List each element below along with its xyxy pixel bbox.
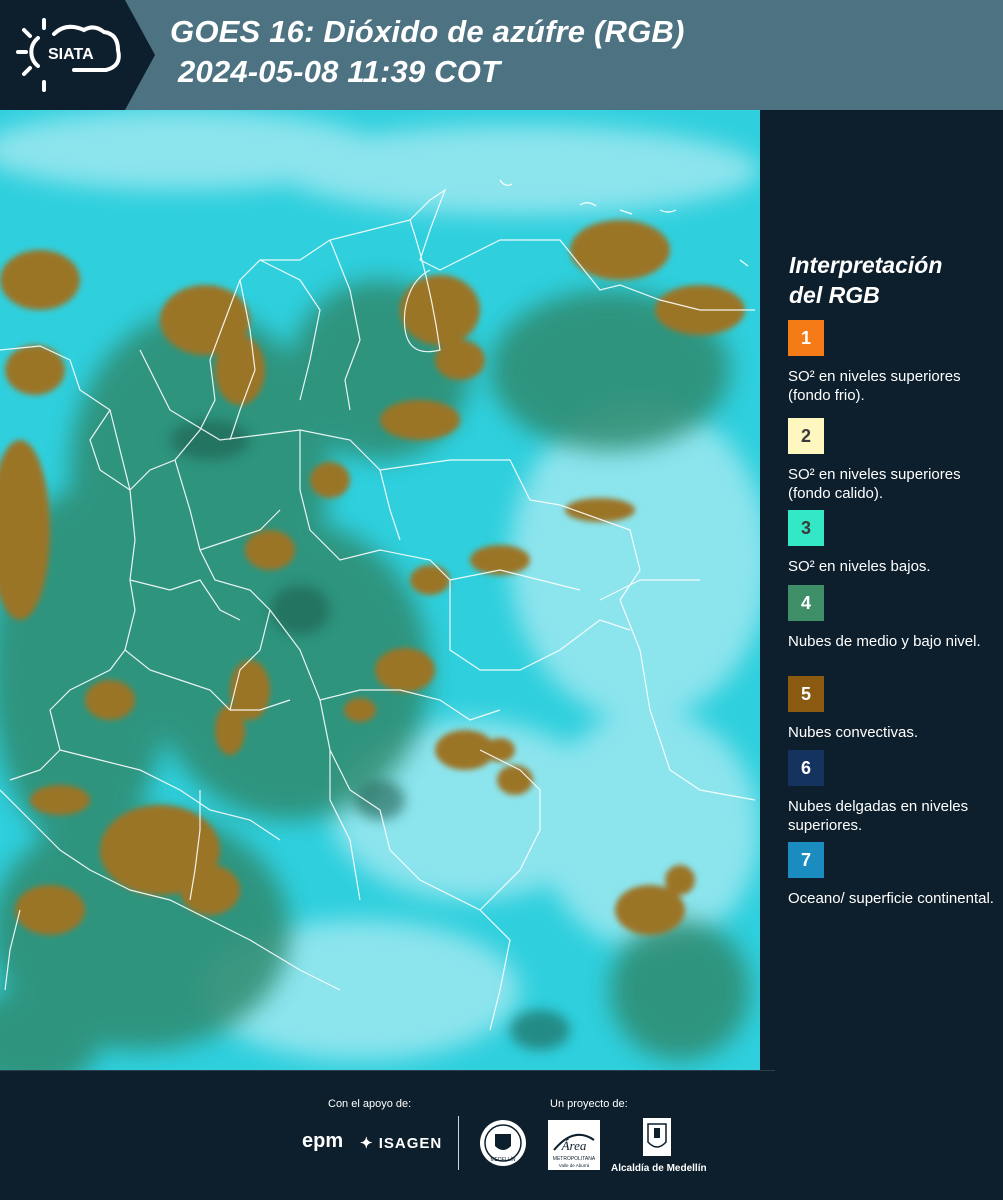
project-label: Un proyecto de:: [550, 1098, 628, 1110]
legend-item-6: 6 Nubes delgadas en niveles superiores.: [788, 750, 998, 835]
footer-vertical-divider: [458, 1116, 459, 1170]
legend-item-5: 5 Nubes convectivas.: [788, 676, 998, 742]
legend-description-4: Nubes de medio y bajo nivel.: [788, 633, 981, 650]
legend-item-2: 2 SO² en niveles superiores (fondo calid…: [788, 418, 998, 503]
legend-swatch-5: 5: [788, 676, 824, 712]
footer: Con el apoyo de: Un proyecto de: epm ✦ I…: [0, 1070, 1003, 1200]
svg-text:Valle de Aburrá: Valle de Aburrá: [559, 1163, 590, 1168]
medellin-seal-logo[interactable]: MEDELLÍN: [478, 1118, 528, 1173]
footer-divider: [0, 1070, 775, 1071]
isagen-logo[interactable]: ✦ ISAGEN: [360, 1134, 442, 1152]
legend-panel: Interpretación del RGB 1 SO² en niveles …: [760, 110, 1003, 1070]
legend-description-6: Nubes delgadas en niveles superiores.: [788, 798, 969, 834]
seal-icon: MEDELLÍN: [480, 1120, 526, 1166]
legend-description-5: Nubes convectivas.: [788, 724, 919, 741]
legend-swatch-3: 3: [788, 510, 824, 546]
epm-logo[interactable]: epm: [302, 1130, 343, 1153]
legend-description-3: SO² en niveles bajos.: [788, 558, 931, 575]
header-bar: SIATA GOES 16: Dióxido de azúfre (RGB) 2…: [0, 0, 1003, 110]
satellite-map[interactable]: [0, 110, 760, 1070]
area-logo-icon: Área METROPOLITANA Valle de Aburrá: [548, 1120, 600, 1170]
svg-text:Área: Área: [561, 1138, 587, 1153]
isagen-mark-icon: ✦: [360, 1135, 374, 1152]
legend-swatch-4: 4: [788, 585, 824, 621]
siata-logo[interactable]: SIATA: [0, 0, 155, 110]
legend-swatch-2: 2: [788, 418, 824, 454]
legend-item-4: 4 Nubes de medio y bajo nivel.: [788, 585, 998, 651]
legend-item-3: 3 SO² en niveles bajos.: [788, 510, 998, 576]
svg-text:SIATA: SIATA: [48, 46, 94, 63]
alcaldia-label: Alcaldía de Medellín: [611, 1163, 707, 1174]
svg-text:MEDELLÍN: MEDELLÍN: [490, 1156, 515, 1163]
siata-sun-icon: SIATA: [16, 18, 121, 92]
legend-item-7: 7 Oceano/ superficie continental.: [788, 842, 998, 908]
legend-title: Interpretación del RGB: [789, 252, 943, 308]
legend-swatch-1: 1: [788, 320, 824, 356]
legend-swatch-6: 6: [788, 750, 824, 786]
legend-description-2: SO² en niveles superiores (fondo calido)…: [788, 466, 961, 502]
alcaldia-shield-icon: [643, 1118, 671, 1156]
area-metropolitana-logo[interactable]: Área METROPOLITANA Valle de Aburrá: [548, 1120, 600, 1175]
legend-item-1: 1 SO² en niveles superiores (fondo frio)…: [788, 320, 998, 405]
support-label: Con el apoyo de:: [328, 1098, 412, 1110]
svg-text:METROPOLITANA: METROPOLITANA: [553, 1156, 596, 1162]
alcaldia-logo[interactable]: Alcaldía de Medellín: [611, 1118, 707, 1174]
legend-swatch-7: 7: [788, 842, 824, 878]
legend-description-1: SO² en niveles superiores (fondo frio).: [788, 368, 961, 404]
timestamp-title: 2024-05-08 11:39 COT: [178, 54, 501, 89]
legend-description-7: Oceano/ superficie continental.: [788, 890, 994, 907]
page-title: GOES 16: Dióxido de azúfre (RGB): [170, 14, 685, 49]
